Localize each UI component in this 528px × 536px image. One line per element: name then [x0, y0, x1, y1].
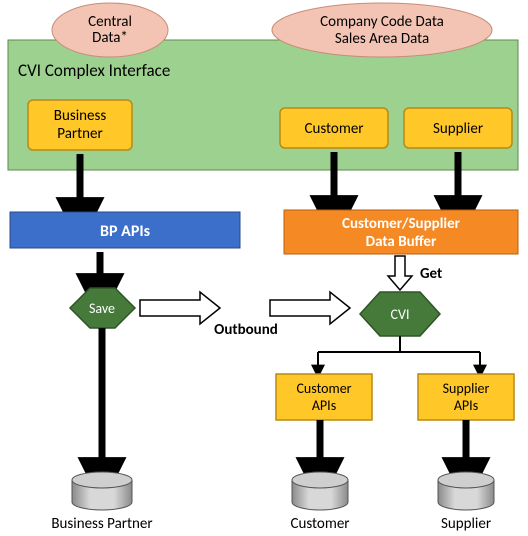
central-data-line2: Data*: [92, 29, 128, 47]
save-label: Save: [89, 300, 115, 317]
arrow-buffer-get: [388, 256, 412, 290]
customer-db-icon: [292, 472, 348, 510]
company-code-line: Company Code Data: [320, 13, 444, 31]
business-partner-db-label: Business Partner: [51, 515, 152, 533]
outbound-arrow-2: [270, 292, 350, 324]
cust-supp-buffer-l1: Customer/Supplier: [342, 215, 461, 233]
supplier-apis-l2: APIs: [454, 397, 478, 414]
supplier-label: Supplier: [433, 120, 483, 138]
bp-apis-label: BP APIs: [100, 222, 150, 241]
customer-apis-l2: APIs: [312, 397, 336, 414]
get-label: Get: [420, 265, 442, 283]
customer-label: Customer: [304, 120, 363, 138]
supplier-db-icon: [438, 472, 494, 510]
customer-apis-l1: Customer: [296, 380, 351, 397]
cvi-hex-label: CVI: [391, 306, 410, 323]
outbound-label: Outbound: [214, 321, 278, 339]
customer-db-label: Customer: [290, 515, 349, 533]
cvi-complex-interface-title: CVI Complex Interface: [18, 60, 170, 81]
outbound-arrow-1: [140, 292, 220, 324]
sales-area-line: Sales Area Data: [335, 30, 429, 48]
business-partner-label-l1: Business: [54, 107, 107, 125]
business-partner-db-icon: [72, 472, 132, 510]
supplier-db-label: Supplier: [441, 515, 491, 533]
cust-supp-buffer-l2: Data Buffer: [366, 233, 437, 251]
supplier-apis-l1: Supplier: [443, 380, 490, 397]
business-partner-label-l2: Partner: [57, 125, 102, 143]
